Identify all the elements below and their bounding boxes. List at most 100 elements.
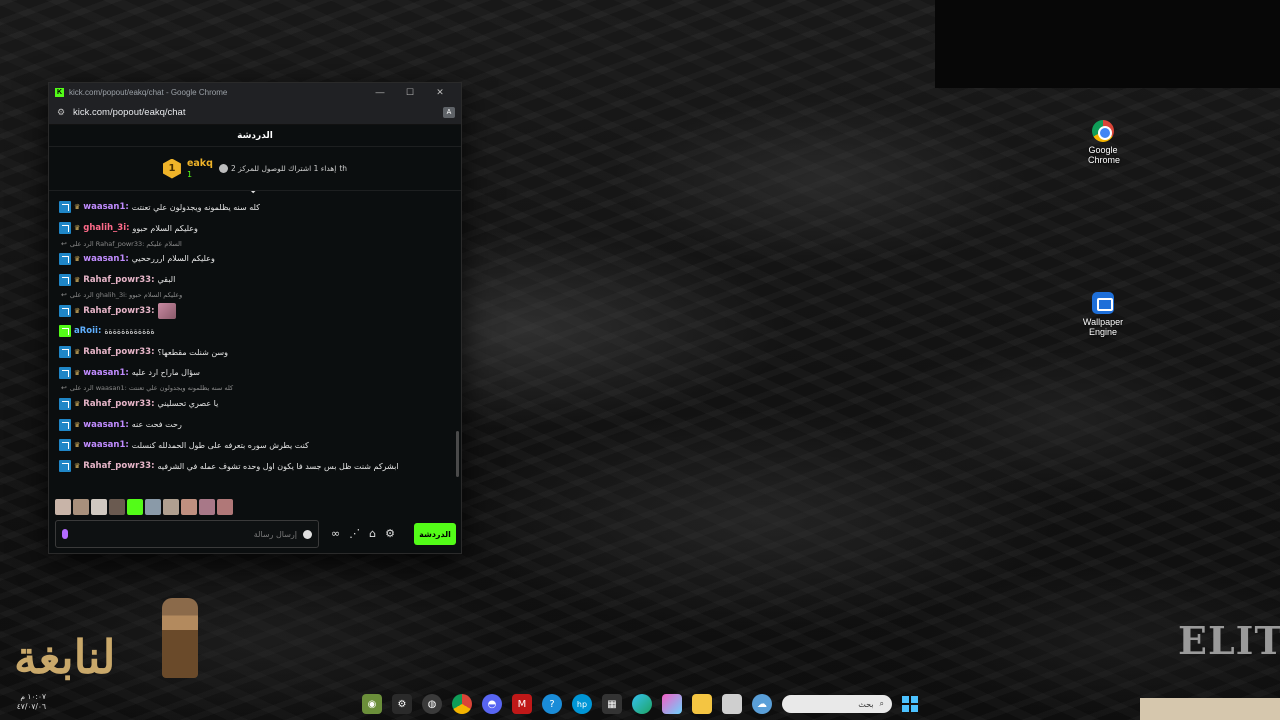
desktop-icon-wallpaper-engine[interactable]: Wallpaper Engine [1065,292,1141,337]
reply-context[interactable]: ↩ الرد على Rahaf_powr33: السلام عليكم [59,239,453,249]
mic-icon[interactable] [62,529,68,539]
crown-badge-icon: ♛ [74,462,81,471]
share-icon[interactable]: ⋰ [349,527,360,540]
close-button[interactable]: ✕ [425,87,455,98]
subscriber-badge-icon [59,252,71,265]
chat-username[interactable]: Rahaf_powr33: [83,275,154,285]
taskbar-help-icon[interactable]: ? [542,694,562,714]
window-titlebar[interactable]: K kick.com/popout/eakq/chat - Google Chr… [49,83,461,101]
chat-username[interactable]: Rahaf_powr33: [83,399,154,409]
emote-thumbnail[interactable] [217,499,233,515]
chat-message[interactable]: ♛ Rahaf_powr33: البقي [59,269,453,290]
chat-username[interactable]: waasan1: [83,254,128,264]
scroll-down-icon[interactable]: ⬇ [249,191,257,196]
windows-start-icon[interactable] [902,696,918,712]
site-settings-icon[interactable]: ⚙ [57,107,67,118]
taskbar-taskview-icon[interactable] [722,694,742,714]
taskbar-settings-icon[interactable]: ⚙ [392,694,412,714]
emote-thumbnail[interactable] [127,499,143,515]
scrollbar[interactable] [456,431,459,477]
emote-thumbnail[interactable] [73,499,89,515]
chat-message-text: ةةةةةةةةةةةة [104,326,155,336]
reply-context[interactable]: ↩ الرد على ghalih_3i: وعليكم السلام حبوو [59,290,453,300]
url-text[interactable]: kick.com/popout/eakq/chat [73,107,443,118]
chat-username[interactable]: ghalih_3i: [83,223,129,233]
taskbar-mcafee-icon[interactable]: M [512,694,532,714]
system-clock[interactable]: ١٠:٠٧ م ٤٧/٠٧/٠٦ [12,692,46,712]
taskbar-weather-icon[interactable]: ☁ [752,694,772,714]
chat-message[interactable]: ♛ Rahaf_powr33: [59,300,453,321]
taskbar-copilot-icon[interactable] [662,694,682,714]
kick-favicon-icon: K [55,87,64,97]
gift-icon [218,164,228,173]
wallpaper-dark-patch [935,0,1280,88]
chat-message-text: سؤال ماراح ارد عليه [131,368,201,378]
chat-message[interactable]: ♛ waasan1: رحت فحت عنه [59,414,453,435]
chat-username[interactable]: waasan1: [83,202,128,212]
chat-username[interactable]: waasan1: [83,368,128,378]
chat-message[interactable]: ♛ waasan1: وعليكم السلام ارررححيي [59,249,453,270]
infinity-icon[interactable]: ∞ [331,527,340,540]
taskbar-app-icon[interactable]: ◉ [362,694,382,714]
chat-username[interactable]: aRoii: [74,326,101,336]
taskbar: ◉ ⚙ ◍ ◓ M ? hp ▦ ☁ بحث ⌕ [362,692,918,716]
reply-icon: ↩ [61,291,67,300]
reply-icon: ↩ [61,384,67,393]
crown-badge-icon: ♛ [74,306,81,315]
elite-logo: ELIT [1140,618,1280,720]
emote-thumbnail[interactable] [109,499,125,515]
minimize-button[interactable]: — [365,87,395,97]
goal-user: eakq 1 [187,158,213,180]
message-composer[interactable]: إرسال رسالة [55,520,319,548]
translate-icon[interactable]: A [443,107,455,118]
chat-message-text: وسن شنلت مقطعها؟ [157,347,229,357]
emote-thumbnail[interactable] [181,499,197,515]
taskbar-search[interactable]: بحث ⌕ [782,695,892,713]
taskbar-chrome-icon[interactable] [452,694,472,714]
chat-message[interactable]: ♛ waasan1: سؤال ماراح ارد عليه [59,363,453,384]
taskbar-obs-icon[interactable]: ◍ [422,694,442,714]
subscriber-badge-icon [59,460,71,473]
logo-arabic-glyphs: ﻟﻨﺎﺑﻐﺔ [14,630,118,684]
taskbar-edge-icon[interactable] [632,694,652,714]
chat-message-text: يا عصري تحسليني [157,399,219,409]
chat-emote[interactable] [157,302,176,319]
crown-badge-icon: ♛ [74,254,81,263]
emote-thumbnail[interactable] [91,499,107,515]
desktop-icon-google-chrome[interactable]: Google Chrome [1065,120,1141,165]
emote-thumbnail[interactable] [55,499,71,515]
subscriber-badge-icon [59,418,71,431]
send-chat-button[interactable]: الدردشة [414,523,456,545]
taskbar-store-icon[interactable]: ▦ [602,694,622,714]
chat-message[interactable]: ♛ waasan1: كله سنه يظلمونه ويجدولون علي تع… [59,197,453,218]
chat-username[interactable]: Rahaf_powr33: [83,461,154,471]
chat-username[interactable]: waasan1: [83,420,128,430]
reply-context[interactable]: ↩ الرد على waasan1: كله سنه يظلمونه ويجدو… [59,383,453,393]
chat-message[interactable]: ♛ waasan1: كنت يطرش سوره بتعرفه على طول ال… [59,435,453,456]
crown-badge-icon: ♛ [74,441,81,450]
subscriber-badge-icon [59,222,71,235]
taskbar-explorer-icon[interactable] [692,694,712,714]
message-input[interactable]: إرسال رسالة [74,530,297,539]
emote-thumbnail[interactable] [163,499,179,515]
address-bar[interactable]: ⚙ kick.com/popout/eakq/chat A [49,101,461,125]
chat-message[interactable]: ♛ Rahaf_powr33: يا عصري تحسليني [59,393,453,414]
settings-gear-icon[interactable]: ⚙ [385,527,395,540]
chat-message[interactable]: ♛ Rahaf_powr33: وسن شنلت مقطعها؟ [59,342,453,363]
emote-thumbnail[interactable] [145,499,161,515]
chat-username[interactable]: Rahaf_powr33: [83,306,154,316]
taskbar-hp-icon[interactable]: hp [572,694,592,714]
chat-message[interactable]: ♛ ghalih_3i: وعليكم السلام حبوو [59,218,453,239]
window-title: kick.com/popout/eakq/chat - Google Chrom… [69,87,228,97]
chat-message-text: وعليكم السلام ارررححيي [131,254,215,264]
emote-picker-icon[interactable] [303,529,312,539]
chat-message[interactable]: aRoii: ةةةةةةةةةةةة [59,321,453,342]
chat-username[interactable]: waasan1: [83,440,128,450]
chat-message[interactable]: ♛ Rahaf_powr33: ابشركم شنت ظل بس جسد فا يك… [59,456,453,477]
taskbar-discord-icon[interactable]: ◓ [482,694,502,714]
maximize-button[interactable]: ☐ [395,87,425,98]
chat-username[interactable]: Rahaf_powr33: [83,347,154,357]
emote-thumbnail[interactable] [199,499,215,515]
store-icon[interactable]: ⌂ [369,527,376,540]
chat-message-text: كله سنه يظلمونه ويجدولون علي تعنتت [131,202,260,212]
